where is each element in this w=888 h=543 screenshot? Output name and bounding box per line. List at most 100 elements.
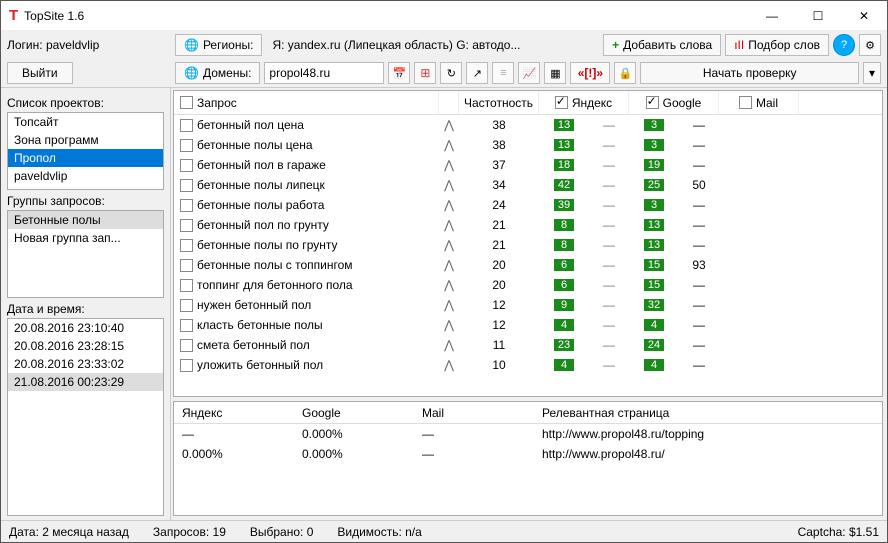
settings-button[interactable]: ⚙ — [859, 34, 881, 56]
start-check-button[interactable]: Начать проверку — [640, 62, 859, 84]
table-row[interactable]: бетонные полы липецк⋀3442—2550 — [174, 175, 882, 195]
export-icon[interactable]: ↗ — [466, 62, 488, 84]
row-checkbox[interactable] — [180, 259, 193, 272]
row-checkbox[interactable] — [180, 299, 193, 312]
row-checkbox[interactable] — [180, 239, 193, 252]
row-checkbox[interactable] — [180, 219, 193, 232]
table-row[interactable]: бетонные полы работа⋀2439—3— — [174, 195, 882, 215]
maximize-button[interactable]: ☐ — [795, 1, 841, 31]
regions-button[interactable]: 🌐 Регионы: — [175, 34, 262, 56]
google-delta: — — [679, 198, 719, 212]
row-checkbox[interactable] — [180, 159, 193, 172]
chart-icon[interactable]: ⋀ — [439, 338, 459, 352]
chart-icon[interactable]: ⋀ — [439, 258, 459, 272]
chart-icon[interactable]: ⋀ — [439, 158, 459, 172]
google-checkbox[interactable] — [646, 96, 659, 109]
history-icon[interactable]: ↻ — [440, 62, 462, 84]
minimize-button[interactable]: — — [749, 1, 795, 31]
brackets-icon[interactable]: «[!]» — [570, 62, 610, 84]
chart-icon[interactable]: ⋀ — [439, 218, 459, 232]
list-item[interactable]: 21.08.2016 00:23:29 — [8, 373, 163, 391]
domain-input[interactable] — [264, 62, 384, 84]
row-checkbox[interactable] — [180, 119, 193, 132]
table-row[interactable]: нужен бетонный пол⋀129—32— — [174, 295, 882, 315]
chart-icon[interactable]: ⋀ — [439, 198, 459, 212]
chart-icon[interactable]: 📈 — [518, 62, 540, 84]
yandex-rank: 8 — [539, 219, 589, 231]
table-row[interactable]: бетонные полы цена⋀3813—3— — [174, 135, 882, 155]
dates-list[interactable]: 20.08.2016 23:10:4020.08.2016 23:28:1520… — [7, 318, 164, 516]
calendar-icon[interactable]: 📅 — [388, 62, 410, 84]
grid-body[interactable]: бетонный пол цена⋀3813—3— бетонные полы ц… — [174, 115, 882, 396]
table-row[interactable]: смета бетонный пол⋀1123—24— — [174, 335, 882, 355]
row-checkbox[interactable] — [180, 139, 193, 152]
google-rank: 4 — [629, 359, 679, 371]
row-checkbox[interactable] — [180, 339, 193, 352]
table-row[interactable]: уложить бетонный пол⋀104—4— — [174, 355, 882, 375]
list-item[interactable]: 20.08.2016 23:33:02 — [8, 355, 163, 373]
sort-icon[interactable]: ≡ — [492, 62, 514, 84]
list-item[interactable]: 20.08.2016 23:28:15 — [8, 337, 163, 355]
chart-icon[interactable]: ⋀ — [439, 118, 459, 132]
yandex-delta: — — [589, 198, 629, 212]
chart-icon[interactable]: ⋀ — [439, 298, 459, 312]
row-checkbox[interactable] — [180, 359, 193, 372]
table-row[interactable]: топпинг для бетонного пола⋀206—15— — [174, 275, 882, 295]
frequency: 38 — [459, 138, 539, 152]
yandex-delta: — — [589, 218, 629, 232]
status-queries: Запросов: 19 — [153, 525, 226, 539]
chart-icon[interactable]: ⋀ — [439, 358, 459, 372]
col-query[interactable]: Запрос — [197, 96, 237, 110]
list-item[interactable]: Пропол — [8, 149, 163, 167]
close-button[interactable]: ✕ — [841, 1, 887, 31]
table-row[interactable]: класть бетонные полы⋀124—4— — [174, 315, 882, 335]
list-item[interactable]: Зона программ — [8, 131, 163, 149]
chart-icon[interactable]: ⋀ — [439, 178, 459, 192]
col-frequency[interactable]: Частотность — [464, 96, 533, 110]
table-row[interactable]: бетонные полы по грунту⋀218—13— — [174, 235, 882, 255]
row-checkbox[interactable] — [180, 199, 193, 212]
table-row[interactable]: бетонный пол цена⋀3813—3— — [174, 115, 882, 135]
list-item[interactable]: 20.08.2016 23:10:40 — [8, 319, 163, 337]
list-item[interactable]: Новая группа зап... — [8, 229, 163, 247]
add-words-button[interactable]: + Добавить слова — [603, 34, 721, 56]
plus-icon: + — [612, 38, 619, 52]
select-all-checkbox[interactable] — [180, 96, 193, 109]
yandex-delta: — — [589, 238, 629, 252]
globe-icon: 🌐 — [184, 38, 199, 52]
logout-button[interactable]: Выйти — [7, 62, 73, 84]
list-item[interactable]: Бетонные полы — [8, 211, 163, 229]
start-check-dropdown[interactable]: ▾ — [863, 62, 881, 84]
mail-checkbox[interactable] — [739, 96, 752, 109]
table-row[interactable]: бетонные полы с топпингом⋀206—1593 — [174, 255, 882, 275]
row-checkbox[interactable] — [180, 179, 193, 192]
lock-icon[interactable]: 🔒 — [614, 62, 636, 84]
news-icon[interactable]: ▦ — [544, 62, 566, 84]
grid-icon[interactable]: ⊞ — [414, 62, 436, 84]
help-button[interactable]: ? — [833, 34, 855, 56]
col-google[interactable]: Google — [663, 96, 702, 110]
chart-icon[interactable]: ⋀ — [439, 278, 459, 292]
table-row[interactable]: бетонный пол в гараже⋀3718—19— — [174, 155, 882, 175]
query-text: нужен бетонный пол — [197, 298, 311, 312]
col-mail[interactable]: Mail — [756, 96, 778, 110]
google-rank: 4 — [629, 319, 679, 331]
groups-list[interactable]: Бетонные полыНовая группа зап... — [7, 210, 164, 298]
query-text: бетонные полы цена — [197, 138, 313, 152]
list-item[interactable]: Топсайт — [8, 113, 163, 131]
projects-list[interactable]: ТопсайтЗона программПрополpaveldvlip — [7, 112, 164, 190]
list-item[interactable]: paveldvlip — [8, 167, 163, 185]
chart-icon[interactable]: ⋀ — [439, 318, 459, 332]
chart-icon[interactable]: ⋀ — [439, 238, 459, 252]
table-row[interactable]: бетонный пол по грунту⋀218—13— — [174, 215, 882, 235]
yandex-delta: — — [589, 118, 629, 132]
yandex-checkbox[interactable] — [555, 96, 568, 109]
status-selected: Выбрано: 0 — [250, 525, 314, 539]
col-yandex[interactable]: Яндекс — [572, 96, 612, 110]
word-pick-button[interactable]: ıII Подбор слов — [725, 34, 829, 56]
google-delta: — — [679, 118, 719, 132]
row-checkbox[interactable] — [180, 319, 193, 332]
chart-icon[interactable]: ⋀ — [439, 138, 459, 152]
row-checkbox[interactable] — [180, 279, 193, 292]
domains-button[interactable]: 🌐 Домены: — [175, 62, 260, 84]
